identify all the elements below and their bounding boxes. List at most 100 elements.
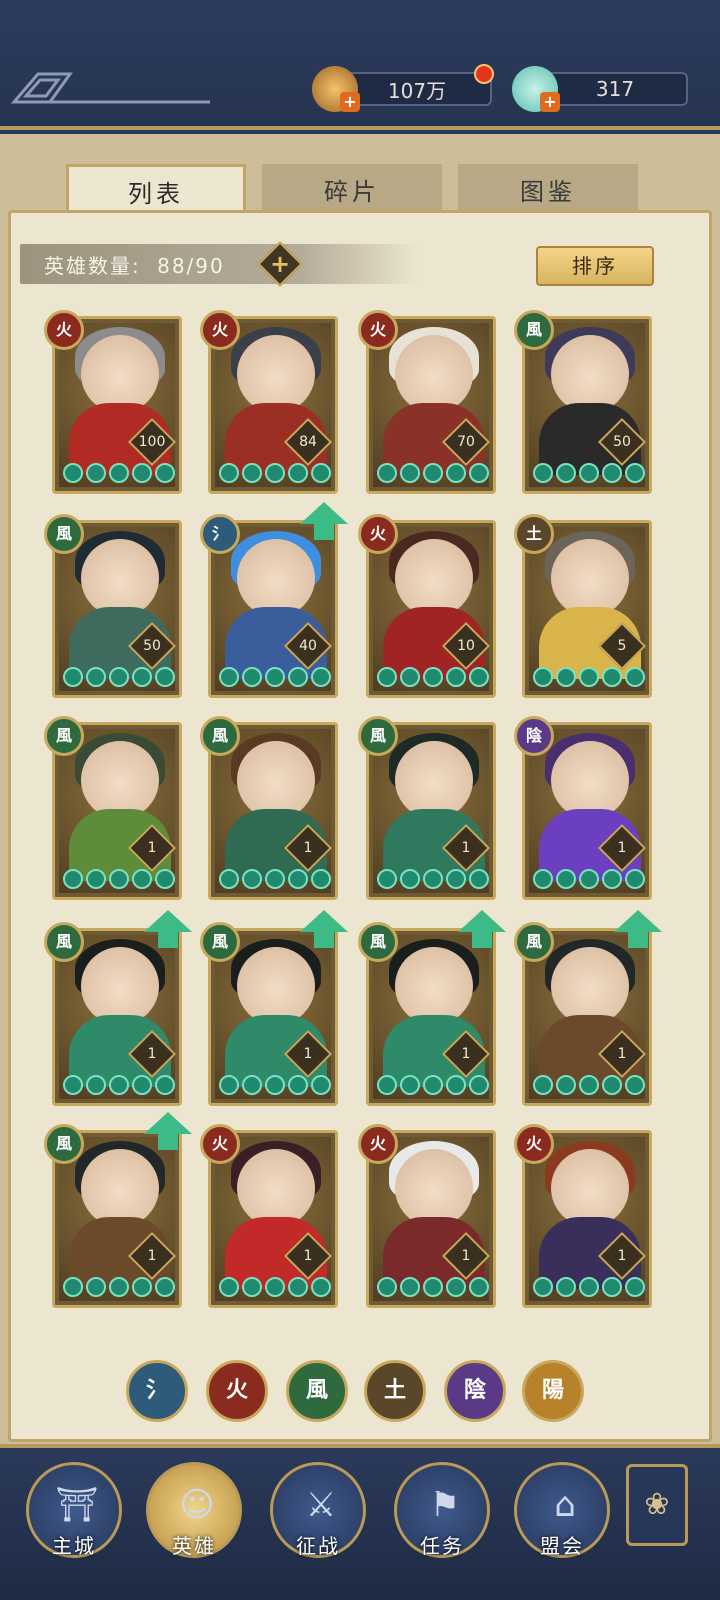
hero-stars — [533, 1277, 645, 1301]
star-icon — [265, 1075, 285, 1095]
tab-codex[interactable]: 图鉴 — [458, 164, 638, 214]
star-icon — [533, 667, 553, 687]
hero-level: 1 — [461, 840, 471, 856]
star-icon — [579, 463, 599, 483]
shells-value: 317 — [542, 72, 688, 106]
star-icon — [446, 1075, 466, 1095]
hero-level: 40 — [299, 638, 317, 654]
hero-level: 100 — [138, 434, 166, 450]
star-icon — [109, 463, 129, 483]
star-icon — [533, 869, 553, 889]
star-icon — [602, 869, 622, 889]
star-icon — [242, 463, 262, 483]
hero-portrait — [551, 1149, 629, 1227]
star-icon — [556, 667, 576, 687]
star-icon — [579, 869, 599, 889]
wind-element-icon: 風 — [200, 716, 240, 756]
star-icon — [311, 869, 331, 889]
star-icon — [469, 667, 489, 687]
upgrade-arrow-icon — [144, 1112, 192, 1134]
nav-label: 征战 — [296, 1534, 340, 1558]
fire-element-icon: 火 — [358, 310, 398, 350]
filter-fire-button[interactable]: 火 — [206, 1360, 268, 1422]
wind-element-icon: 風 — [44, 1124, 84, 1164]
hero-stars — [63, 667, 175, 691]
star-icon — [132, 667, 152, 687]
add-shells-button[interactable]: + — [540, 92, 560, 112]
star-icon — [533, 1075, 553, 1095]
hero-level: 50 — [613, 434, 631, 450]
shells-currency[interactable]: 317 + — [512, 66, 692, 112]
hero-portrait — [237, 539, 315, 617]
star-icon — [63, 463, 83, 483]
tab-list[interactable]: 列表 — [66, 164, 246, 216]
star-icon — [109, 1075, 129, 1095]
star-icon — [242, 667, 262, 687]
upgrade-arrow-stem — [158, 932, 178, 948]
star-icon — [579, 667, 599, 687]
hero-stars — [63, 463, 175, 487]
filter-wind-button[interactable]: 風 — [286, 1360, 348, 1422]
hero-level: 5 — [617, 638, 627, 654]
hero-stars — [533, 667, 645, 691]
star-icon — [446, 463, 466, 483]
fire-element-icon: 火 — [358, 1124, 398, 1164]
star-icon — [311, 1075, 331, 1095]
guild-icon: ⌂ — [554, 1485, 576, 1525]
nav-label: 主城 — [52, 1534, 96, 1558]
hero-portrait — [551, 947, 629, 1025]
star-icon — [533, 463, 553, 483]
star-icon — [242, 1075, 262, 1095]
star-icon — [132, 463, 152, 483]
hero-icon: ☺ — [179, 1485, 215, 1525]
wind-element-icon: 風 — [358, 716, 398, 756]
nav-label: 英雄 — [172, 1534, 216, 1558]
fire-element-icon: 火 — [358, 514, 398, 554]
star-icon — [446, 1277, 466, 1297]
hero-stars — [63, 869, 175, 893]
hero-level: 1 — [461, 1248, 471, 1264]
notification-dot — [474, 64, 494, 84]
hero-level: 1 — [147, 1248, 157, 1264]
fire-element-icon: 火 — [200, 310, 240, 350]
wind-element-icon: 風 — [44, 922, 84, 962]
expand-capacity-button[interactable]: + — [257, 241, 303, 287]
menu-flower-icon[interactable]: ❀ — [626, 1464, 688, 1546]
battle-icon: ⚔ — [305, 1485, 337, 1525]
hero-stars — [219, 667, 331, 691]
filter-water-button[interactable]: 氵 — [126, 1360, 188, 1422]
star-icon — [533, 1277, 553, 1297]
star-icon — [400, 869, 420, 889]
hero-level: 1 — [303, 1046, 313, 1062]
star-icon — [155, 1277, 175, 1297]
filter-yang-button[interactable]: 陽 — [522, 1360, 584, 1422]
hero-count-label: 英雄数量: — [44, 254, 141, 278]
hero-portrait — [237, 1149, 315, 1227]
star-icon — [132, 1277, 152, 1297]
hero-stars — [377, 1075, 489, 1099]
filter-yin-button[interactable]: 陰 — [444, 1360, 506, 1422]
hero-portrait — [81, 539, 159, 617]
star-icon — [556, 869, 576, 889]
star-icon — [423, 1277, 443, 1297]
coins-currency[interactable]: 107万 + — [312, 64, 494, 112]
hero-portrait — [237, 947, 315, 1025]
fire-element-icon: 火 — [200, 1124, 240, 1164]
star-icon — [625, 869, 645, 889]
city-gate-icon: ⛩ — [55, 1485, 99, 1525]
tab-fragments[interactable]: 碎片 — [262, 164, 442, 214]
filter-earth-button[interactable]: 土 — [364, 1360, 426, 1422]
hero-level: 1 — [303, 840, 313, 856]
star-icon — [288, 1277, 308, 1297]
upgrade-arrow-icon — [300, 502, 348, 524]
hero-level: 70 — [457, 434, 475, 450]
star-icon — [109, 1277, 129, 1297]
star-icon — [377, 1277, 397, 1297]
star-icon — [400, 1277, 420, 1297]
add-coins-button[interactable]: + — [340, 92, 360, 112]
fire-element-icon: 火 — [514, 1124, 554, 1164]
star-icon — [423, 1075, 443, 1095]
sort-button[interactable]: 排序 — [536, 246, 654, 286]
hero-portrait — [551, 539, 629, 617]
star-icon — [155, 1075, 175, 1095]
